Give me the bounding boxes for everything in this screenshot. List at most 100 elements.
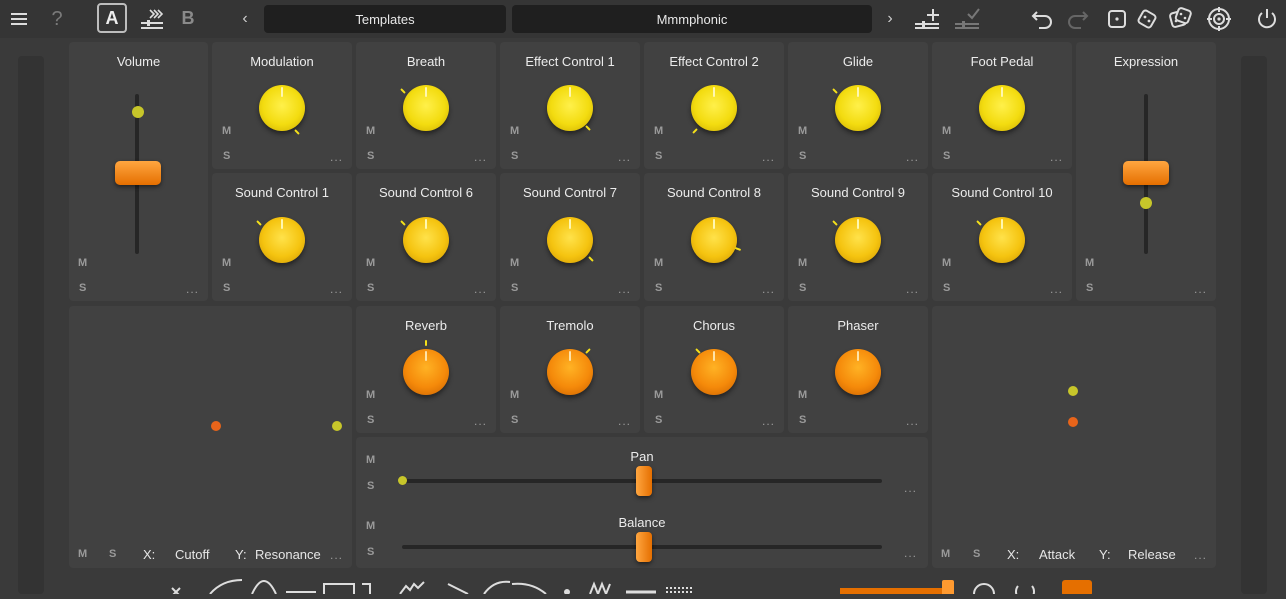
more-button[interactable]: ... xyxy=(330,150,343,164)
balance-more-button[interactable]: ... xyxy=(904,546,917,560)
solo-button[interactable]: S xyxy=(109,548,116,560)
pan-solo-button[interactable]: S xyxy=(367,480,374,492)
mute-button[interactable]: M xyxy=(222,125,231,137)
help-icon[interactable]: ? xyxy=(46,4,68,34)
more-button[interactable]: ... xyxy=(1050,282,1063,296)
glide-knob[interactable] xyxy=(835,85,881,131)
solo-button[interactable]: S xyxy=(799,282,806,294)
sound-control-1-knob[interactable] xyxy=(259,217,305,263)
solo-button[interactable]: S xyxy=(655,414,662,426)
xy-left-x-value[interactable]: Cutoff xyxy=(175,547,209,562)
solo-button[interactable]: S xyxy=(973,548,980,560)
solo-button[interactable]: S xyxy=(943,150,950,162)
more-button[interactable]: ... xyxy=(1050,150,1063,164)
effect-control-2-knob[interactable] xyxy=(691,85,737,131)
more-button[interactable]: ... xyxy=(906,414,919,428)
sound-control-10-knob[interactable] xyxy=(979,217,1025,263)
balance-mute-button[interactable]: M xyxy=(366,520,375,532)
mute-button[interactable]: M xyxy=(1085,257,1094,269)
volume-fader-handle[interactable] xyxy=(115,161,161,185)
dice-2-icon[interactable] xyxy=(1134,4,1160,34)
solo-button[interactable]: S xyxy=(511,282,518,294)
more-button[interactable]: ... xyxy=(906,150,919,164)
mute-button[interactable]: M xyxy=(366,389,375,401)
xy-pad-left[interactable]: M S X: Cutoff Y: Resonance ... xyxy=(69,306,352,568)
xy-pad-left-point-orange[interactable] xyxy=(211,421,221,431)
more-button[interactable]: ... xyxy=(330,548,343,562)
solo-button[interactable]: S xyxy=(511,150,518,162)
solo-button[interactable]: S xyxy=(799,414,806,426)
solo-button[interactable]: S xyxy=(79,282,86,294)
pan-mute-button[interactable]: M xyxy=(366,454,375,466)
redo-icon[interactable] xyxy=(1064,4,1090,34)
solo-button[interactable]: S xyxy=(511,414,518,426)
more-button[interactable]: ... xyxy=(474,150,487,164)
mute-button[interactable]: M xyxy=(942,125,951,137)
more-button[interactable]: ... xyxy=(1194,282,1207,296)
preset-category-selector[interactable]: Templates xyxy=(264,5,506,33)
more-button[interactable]: ... xyxy=(906,282,919,296)
reverb-knob[interactable] xyxy=(403,349,449,395)
more-button[interactable]: ... xyxy=(186,282,199,296)
mute-button[interactable]: M xyxy=(941,548,950,560)
sound-control-9-knob[interactable] xyxy=(835,217,881,263)
mute-button[interactable]: M xyxy=(222,257,231,269)
expression-fader-handle[interactable] xyxy=(1123,161,1169,185)
next-arrow-icon[interactable]: › xyxy=(881,4,899,34)
solo-button[interactable]: S xyxy=(367,414,374,426)
more-button[interactable]: ... xyxy=(474,414,487,428)
mute-button[interactable]: M xyxy=(942,257,951,269)
prev-arrow-icon[interactable]: ‹ xyxy=(236,4,254,34)
xy-pad-left-point-yellow[interactable] xyxy=(332,421,342,431)
solo-button[interactable]: S xyxy=(367,282,374,294)
chorus-knob[interactable] xyxy=(691,349,737,395)
solo-button[interactable]: S xyxy=(367,150,374,162)
xy-right-y-value[interactable]: Release xyxy=(1128,547,1176,562)
copy-a-to-b-icon[interactable] xyxy=(138,4,166,34)
solo-button[interactable]: S xyxy=(1086,282,1093,294)
mute-button[interactable]: M xyxy=(798,125,807,137)
mute-button[interactable]: M xyxy=(510,389,519,401)
balance-slider-handle[interactable] xyxy=(636,532,652,562)
solo-button[interactable]: S xyxy=(655,282,662,294)
menu-icon[interactable] xyxy=(8,4,30,34)
preset-name-selector[interactable]: Mmmphonic xyxy=(512,5,872,33)
phaser-knob[interactable] xyxy=(835,349,881,395)
more-button[interactable]: ... xyxy=(1194,548,1207,562)
dice-3-icon[interactable] xyxy=(1166,4,1194,34)
mute-button[interactable]: M xyxy=(366,125,375,137)
waveform-shape-icons[interactable] xyxy=(0,574,1286,599)
mute-button[interactable]: M xyxy=(510,125,519,137)
mute-button[interactable]: M xyxy=(654,125,663,137)
sound-control-6-knob[interactable] xyxy=(403,217,449,263)
solo-button[interactable]: S xyxy=(943,282,950,294)
xy-pad-right[interactable]: M S X: Attack Y: Release ... xyxy=(932,306,1216,568)
xy-right-x-value[interactable]: Attack xyxy=(1039,547,1075,562)
power-icon[interactable] xyxy=(1254,4,1280,34)
more-button[interactable]: ... xyxy=(618,414,631,428)
mute-button[interactable]: M xyxy=(654,389,663,401)
solo-button[interactable]: S xyxy=(799,150,806,162)
breath-knob[interactable] xyxy=(403,85,449,131)
foot-pedal-knob[interactable] xyxy=(979,85,1025,131)
sound-control-8-knob[interactable] xyxy=(691,217,737,263)
solo-button[interactable]: S xyxy=(223,150,230,162)
mute-button[interactable]: M xyxy=(798,257,807,269)
pan-slider-handle[interactable] xyxy=(636,466,652,496)
mute-button[interactable]: M xyxy=(78,548,87,560)
xy-left-y-value[interactable]: Resonance xyxy=(255,547,321,562)
preset-a-button[interactable]: A xyxy=(97,3,127,33)
mute-button[interactable]: M xyxy=(510,257,519,269)
target-icon[interactable] xyxy=(1204,4,1234,34)
pan-more-button[interactable]: ... xyxy=(904,481,917,495)
solo-button[interactable]: S xyxy=(223,282,230,294)
add-controller-icon[interactable] xyxy=(913,4,943,34)
mute-button[interactable]: M xyxy=(366,257,375,269)
mute-button[interactable]: M xyxy=(798,389,807,401)
more-button[interactable]: ... xyxy=(762,414,775,428)
mute-button[interactable]: M xyxy=(654,257,663,269)
mute-button[interactable]: M xyxy=(78,257,87,269)
more-button[interactable]: ... xyxy=(330,282,343,296)
sound-control-7-knob[interactable] xyxy=(547,217,593,263)
confirm-icon[interactable] xyxy=(953,4,983,34)
